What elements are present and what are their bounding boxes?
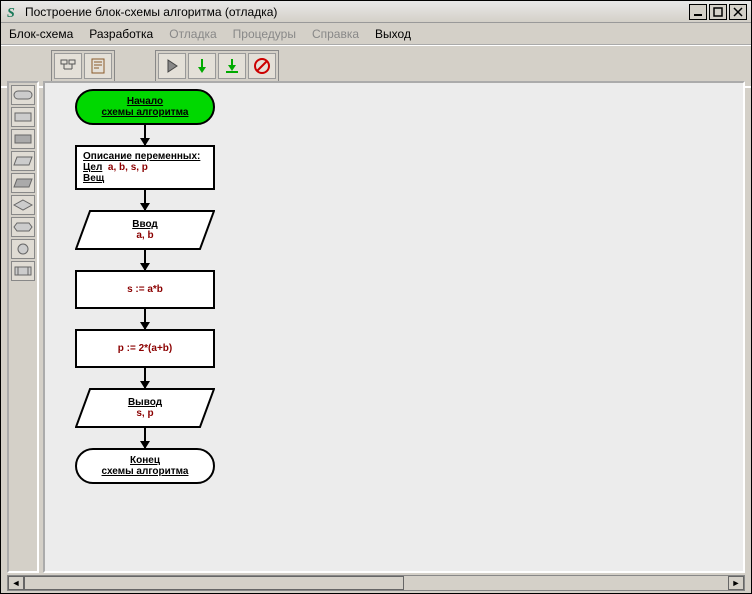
palette-subprocess-icon[interactable] — [11, 261, 35, 281]
arrow-3 — [144, 250, 146, 270]
app-window: S Построение блок-схемы алгоритма (отлад… — [0, 0, 752, 594]
end-line2: схемы алгоритма — [102, 466, 189, 477]
vars-int-list: a, b, s, p — [108, 162, 148, 173]
maximize-button[interactable] — [709, 4, 727, 20]
shape-palette — [7, 81, 39, 573]
vars-int-label: Цел — [83, 162, 102, 173]
node-vars[interactable]: Описание переменных: Цел a, b, s, p Вещ — [75, 145, 215, 190]
menubar: Блок-схема Разработка Отладка Процедуры … — [1, 23, 751, 45]
arrow-1 — [144, 125, 146, 145]
palette-io-icon[interactable] — [11, 151, 35, 171]
titlebar: S Построение блок-схемы алгоритма (отлад… — [1, 1, 751, 23]
menu-block-scheme[interactable]: Блок-схема — [9, 27, 73, 41]
minimize-button[interactable] — [689, 4, 707, 20]
palette-io2-icon[interactable] — [11, 173, 35, 193]
output-vars: s, p — [136, 408, 153, 419]
vars-real-label: Вещ — [83, 173, 207, 184]
proc1-text: s := a*b — [127, 284, 163, 295]
palette-decision-icon[interactable] — [11, 195, 35, 215]
input-title: Ввод — [132, 219, 158, 230]
close-button[interactable] — [729, 4, 747, 20]
app-icon: S — [5, 4, 21, 20]
menu-help: Справка — [312, 27, 359, 41]
svg-text:S: S — [7, 6, 15, 20]
palette-terminator-icon[interactable] — [11, 85, 35, 105]
start-line2: схемы алгоритма — [102, 107, 189, 118]
menu-development[interactable]: Разработка — [89, 27, 153, 41]
flowchart-canvas[interactable]: Начало схемы алгоритма Описание переменн… — [43, 81, 745, 573]
toolbar-group-2 — [155, 50, 279, 82]
tool-play-icon[interactable] — [158, 53, 186, 79]
palette-loop-icon[interactable] — [11, 217, 35, 237]
content-area: Начало схемы алгоритма Описание переменн… — [7, 81, 745, 573]
tool-align-icon[interactable] — [54, 53, 82, 79]
tool-step-down-icon[interactable] — [188, 53, 216, 79]
node-end[interactable]: Конец схемы алгоритма — [75, 448, 215, 484]
palette-connector-icon[interactable] — [11, 239, 35, 259]
palette-process-icon[interactable] — [11, 107, 35, 127]
node-start[interactable]: Начало схемы алгоритма — [75, 89, 215, 125]
toolbar-group-1 — [51, 50, 115, 82]
palette-process2-icon[interactable] — [11, 129, 35, 149]
window-buttons — [689, 4, 747, 20]
proc2-text: p := 2*(a+b) — [118, 343, 172, 354]
node-output[interactable]: Вывод s, p — [75, 388, 215, 428]
tool-stop-icon[interactable] — [248, 53, 276, 79]
node-proc2[interactable]: p := 2*(a+b) — [75, 329, 215, 368]
arrow-4 — [144, 309, 146, 329]
start-line1: Начало — [127, 96, 163, 107]
horizontal-scrollbar[interactable]: ◄ ► — [7, 575, 745, 591]
node-proc1[interactable]: s := a*b — [75, 270, 215, 309]
scroll-left-button[interactable]: ◄ — [8, 576, 24, 590]
menu-procedures: Процедуры — [233, 27, 296, 41]
scroll-right-button[interactable]: ► — [728, 576, 744, 590]
menu-debug: Отладка — [169, 27, 216, 41]
flowchart: Начало схемы алгоритма Описание переменн… — [75, 89, 215, 484]
tool-step-to-line-icon[interactable] — [218, 53, 246, 79]
node-input[interactable]: Ввод a, b — [75, 210, 215, 250]
menu-exit[interactable]: Выход — [375, 27, 411, 41]
arrow-6 — [144, 428, 146, 448]
arrow-2 — [144, 190, 146, 210]
arrow-5 — [144, 368, 146, 388]
input-vars: a, b — [136, 230, 153, 241]
tool-doc-icon[interactable] — [84, 53, 112, 79]
window-title: Построение блок-схемы алгоритма (отладка… — [25, 5, 689, 19]
vars-title: Описание переменных: — [83, 151, 207, 162]
end-line1: Конец — [130, 455, 160, 466]
output-title: Вывод — [128, 397, 162, 408]
scroll-thumb[interactable] — [24, 576, 404, 590]
